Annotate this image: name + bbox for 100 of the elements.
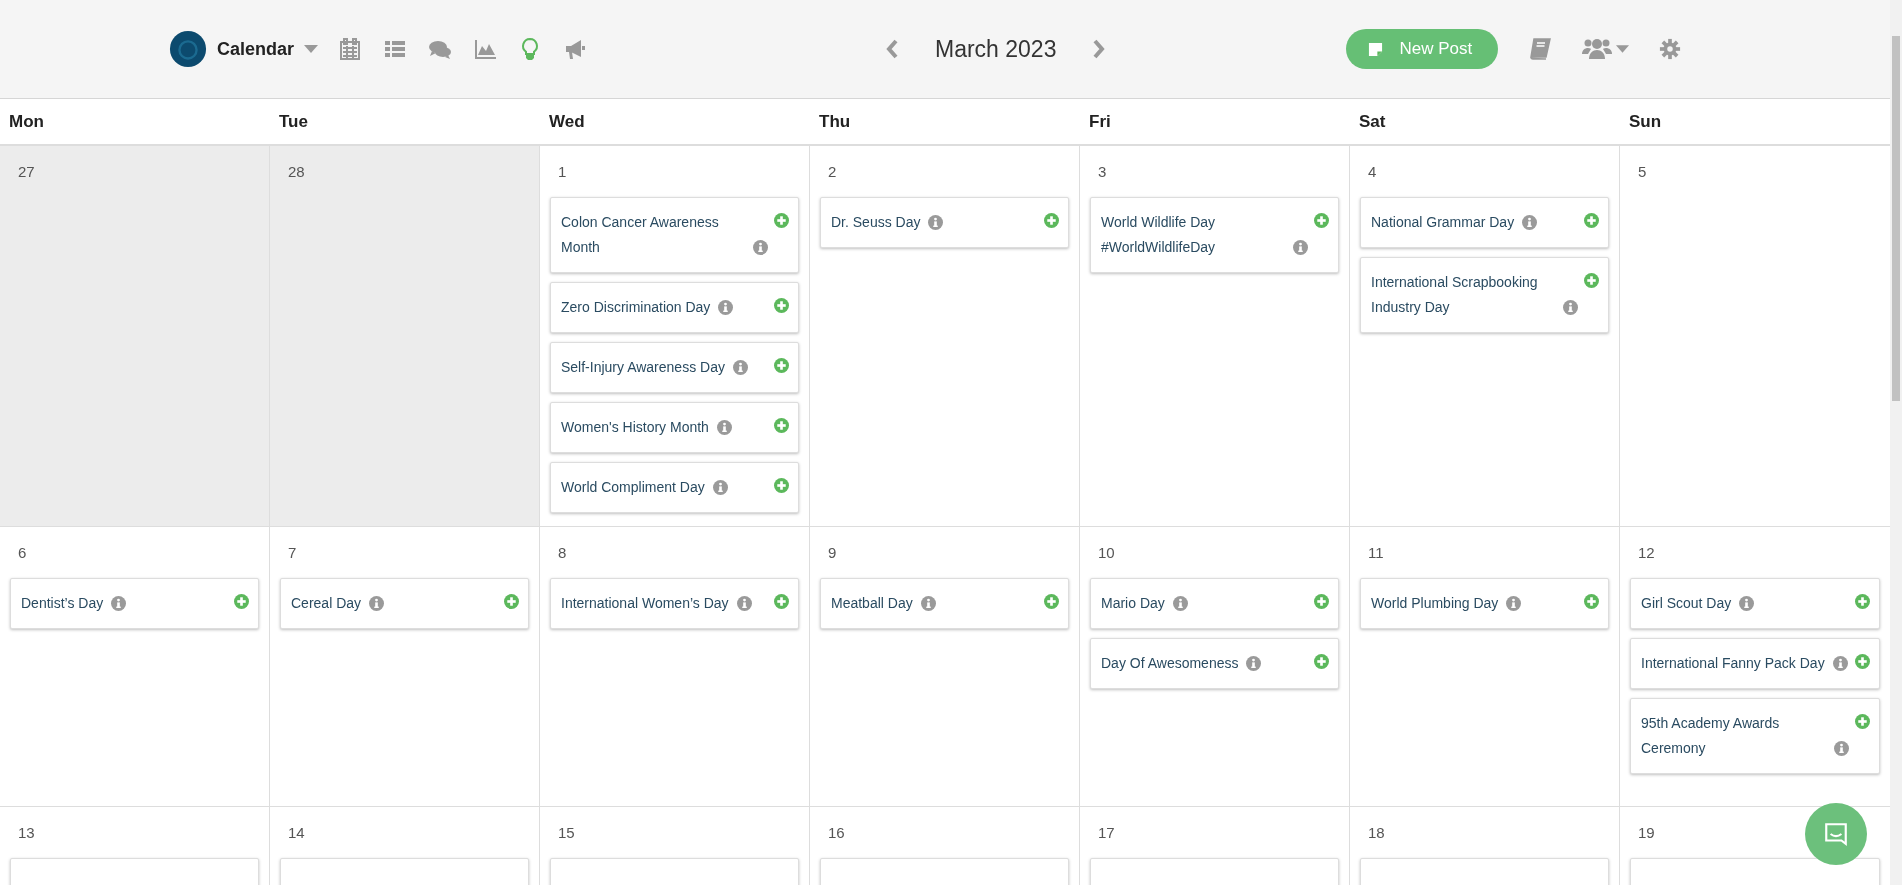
- day-cell[interactable]: 16: [810, 807, 1080, 885]
- info-icon[interactable]: [369, 596, 385, 611]
- day-cell[interactable]: 28: [270, 146, 540, 526]
- day-cell[interactable]: 5: [1620, 146, 1890, 526]
- day-number: 2: [828, 163, 837, 180]
- event-title: National Grammar Day: [1371, 213, 1515, 232]
- scrollbar[interactable]: [1890, 0, 1902, 885]
- day-cell[interactable]: 18: [1350, 807, 1620, 885]
- info-icon[interactable]: [920, 596, 936, 611]
- logo-icon[interactable]: [169, 30, 207, 68]
- add-icon[interactable]: [774, 298, 789, 313]
- day-cell[interactable]: 4 National Grammar Day International Scrapbooking Industry Day: [1350, 146, 1620, 526]
- info-icon[interactable]: [1246, 656, 1262, 671]
- info-icon[interactable]: [736, 596, 752, 611]
- day-cell[interactable]: 11 World Plumbing Day: [1350, 527, 1620, 806]
- add-icon[interactable]: [234, 594, 249, 609]
- info-icon[interactable]: [1739, 596, 1755, 611]
- event-card[interactable]: Self-Injury Awareness Day: [550, 342, 799, 393]
- day-cell[interactable]: 19: [1620, 807, 1890, 885]
- calendar-menu-button[interactable]: Calendar: [217, 38, 319, 60]
- chart-view-button[interactable]: [473, 37, 498, 61]
- caret-icon[interactable]: [304, 45, 319, 53]
- day-cell[interactable]: 13: [0, 807, 270, 885]
- event-card[interactable]: International Scrapbooking Industry Day: [1360, 257, 1609, 333]
- add-icon[interactable]: [1314, 654, 1329, 669]
- add-icon[interactable]: [774, 594, 789, 609]
- info-icon[interactable]: [928, 215, 944, 230]
- event-card[interactable]: International Fanny Pack Day: [1630, 638, 1880, 689]
- event-title: Colon Cancer Awareness Month: [561, 213, 720, 257]
- event-card[interactable]: 95th Academy Awards Ceremony: [1630, 698, 1880, 774]
- add-icon[interactable]: [774, 213, 789, 228]
- add-icon[interactable]: [774, 358, 789, 373]
- day-cell[interactable]: 17: [1080, 807, 1350, 885]
- day-cell[interactable]: 14: [270, 807, 540, 885]
- calendar-view-button[interactable]: [338, 37, 363, 61]
- event-card[interactable]: Zero Discrimination Day: [550, 282, 799, 333]
- info-icon[interactable]: [712, 480, 728, 495]
- event-title: International Fanny Pack Day: [1641, 654, 1825, 673]
- event-card[interactable]: Meatball Day: [820, 578, 1069, 629]
- info-icon[interactable]: [716, 420, 732, 435]
- add-icon[interactable]: [1855, 654, 1870, 669]
- event-title: Mario Day: [1101, 594, 1165, 613]
- next-month-icon[interactable]: [1092, 39, 1107, 59]
- event-card[interactable]: Mario Day: [1090, 578, 1339, 629]
- event-card[interactable]: Dentist’s Day: [10, 578, 259, 629]
- add-icon[interactable]: [774, 418, 789, 433]
- add-icon[interactable]: [1044, 213, 1059, 228]
- weekday-header: Wed: [548, 111, 586, 133]
- day-cell[interactable]: 6 Dentist’s Day: [0, 527, 270, 806]
- info-icon[interactable]: [753, 240, 768, 255]
- event-card[interactable]: World Compliment Day: [550, 462, 799, 513]
- info-icon[interactable]: [1832, 656, 1848, 671]
- event-card[interactable]: Girl Scout Day: [1630, 578, 1880, 629]
- day-cell[interactable]: 8 International Women’s Day: [540, 527, 810, 806]
- info-icon[interactable]: [1563, 300, 1578, 315]
- day-cell[interactable]: 2 Dr. Seuss Day: [810, 146, 1080, 526]
- event-card[interactable]: World Wildlife Day #WorldWildlifeDay: [1090, 197, 1339, 273]
- book-icon[interactable]: [1528, 37, 1553, 61]
- day-cell[interactable]: 10 Mario Day Day Of Awesomeness: [1080, 527, 1350, 806]
- add-icon[interactable]: [1855, 714, 1870, 729]
- event-card[interactable]: World Plumbing Day: [1360, 578, 1609, 629]
- add-icon[interactable]: [1855, 594, 1870, 609]
- info-icon[interactable]: [1506, 596, 1522, 611]
- add-icon[interactable]: [1584, 273, 1599, 288]
- month-title: March 2023: [935, 35, 1057, 63]
- event-card[interactable]: Cereal Day: [280, 578, 529, 629]
- day-cell[interactable]: 27: [0, 146, 270, 526]
- weekday-header: Tue: [278, 111, 309, 133]
- info-icon[interactable]: [718, 300, 734, 315]
- info-icon[interactable]: [1172, 596, 1188, 611]
- day-cell[interactable]: 15: [540, 807, 810, 885]
- event-card[interactable]: Colon Cancer Awareness Month: [550, 197, 799, 273]
- event-card[interactable]: Day Of Awesomeness: [1090, 638, 1339, 689]
- campaigns-view-button[interactable]: [563, 37, 588, 61]
- day-cell[interactable]: 12 Girl Scout Day International Fanny Pack Day 95th Academy Awards Ceremony: [1620, 527, 1890, 806]
- settings-icon[interactable]: [1659, 38, 1682, 60]
- add-icon[interactable]: [1584, 594, 1599, 609]
- add-icon[interactable]: [1314, 594, 1329, 609]
- info-icon[interactable]: [732, 360, 748, 375]
- info-icon[interactable]: [1522, 215, 1538, 230]
- day-cell[interactable]: 7 Cereal Day: [270, 527, 540, 806]
- caret-icon[interactable]: [1616, 45, 1630, 53]
- add-icon[interactable]: [1044, 594, 1059, 609]
- add-icon[interactable]: [504, 594, 519, 609]
- add-icon[interactable]: [774, 478, 789, 493]
- info-icon[interactable]: [111, 596, 127, 611]
- day-cell[interactable]: 3 World Wildlife Day #WorldWildlifeDay: [1080, 146, 1350, 526]
- add-icon[interactable]: [1584, 213, 1599, 228]
- team-menu-button[interactable]: [1582, 37, 1630, 61]
- day-cell[interactable]: 1 Colon Cancer Awareness Month Zero Discrimination Day Self-Injury Awareness Day Women's History Month World Compliment Day: [540, 146, 810, 526]
- event-card[interactable]: International Women’s Day: [550, 578, 799, 629]
- previous-month-icon[interactable]: [885, 39, 899, 59]
- event-card[interactable]: National Grammar Day: [1360, 197, 1609, 248]
- add-icon[interactable]: [1314, 213, 1329, 228]
- event-card[interactable]: Dr. Seuss Day: [820, 197, 1069, 248]
- day-number: 3: [1098, 163, 1107, 180]
- info-icon[interactable]: [1834, 741, 1849, 756]
- event-card[interactable]: Women's History Month: [550, 402, 799, 453]
- day-cell[interactable]: 9 Meatball Day: [810, 527, 1080, 806]
- info-icon[interactable]: [1293, 240, 1308, 255]
